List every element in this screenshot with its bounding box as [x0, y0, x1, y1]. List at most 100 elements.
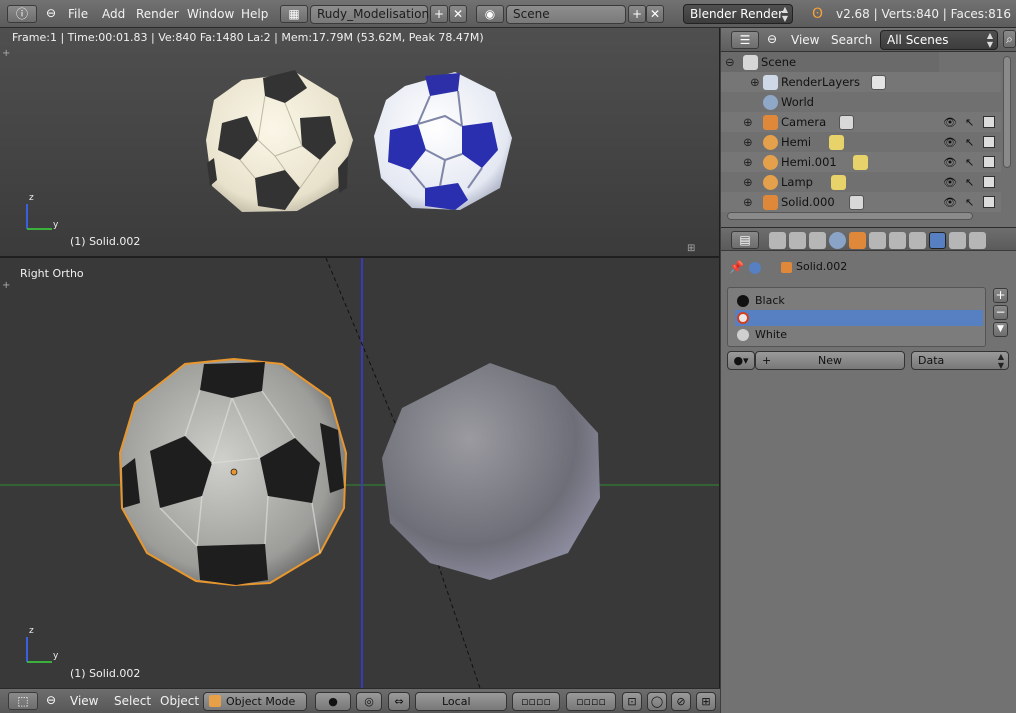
material-slot-row[interactable]: White [735, 327, 983, 343]
material-slot-row[interactable]: Black [735, 293, 983, 309]
expand-toggle-icon[interactable]: ⊕ [743, 115, 753, 129]
editor-type-3d-icon[interactable]: ⬚ [8, 692, 38, 710]
expand-toggle-icon[interactable]: ⊕ [743, 135, 753, 149]
transform-orientation-dropdown[interactable]: Local [415, 692, 507, 711]
remove-scene-icon[interactable]: ✕ [646, 5, 664, 23]
scene-selector-icon[interactable]: ◉ [476, 5, 504, 23]
layers-grid-left-icon[interactable]: ▫▫▫▫ [512, 692, 560, 711]
tab-data-icon[interactable] [909, 232, 926, 249]
visibility-eye-icon[interactable]: 👁 [943, 176, 957, 189]
remove-screen-icon[interactable]: ✕ [449, 5, 467, 23]
new-material-button[interactable]: + New [755, 351, 905, 370]
menu-add[interactable]: Add [102, 5, 125, 23]
add-scene-icon[interactable]: + [628, 5, 646, 23]
renderable-camera-icon[interactable] [983, 136, 995, 148]
slot-specials-icon[interactable]: ▼ [993, 322, 1008, 337]
visibility-eye-icon[interactable]: 👁 [943, 136, 957, 149]
layers-grid-right-icon[interactable]: ▫▫▫▫ [566, 692, 616, 711]
menu-file[interactable]: File [68, 5, 88, 23]
selectable-arrow-icon[interactable]: ↖ [965, 116, 977, 129]
outliner-item-label[interactable]: World [781, 95, 814, 109]
render-engine-dropdown[interactable]: Blender Render ▲ ▼ [683, 4, 793, 24]
outliner-item-label[interactable]: Solid.000 [781, 195, 835, 209]
area-corner-icon[interactable]: ⊞ [687, 243, 697, 254]
menu-window[interactable]: Window [187, 5, 234, 23]
renderable-camera-icon[interactable] [983, 176, 995, 188]
tab-scene-icon[interactable] [809, 232, 826, 249]
editor-type-outliner-icon[interactable]: ☰ [731, 31, 759, 49]
outliner-display-mode-dropdown[interactable]: All Scenes ▲ ▼ [880, 30, 998, 50]
menu-render[interactable]: Render [136, 5, 179, 23]
collapse-menu-icon[interactable]: ⊖ [44, 5, 58, 23]
outliner-item-label[interactable]: Hemi [781, 135, 811, 149]
outliner-tree[interactable]: ⊖ Scene ⊕ RenderLayers World ⊕ Camera 👁 … [721, 52, 1016, 234]
viewport-right-ortho[interactable]: Right Ortho + z y (1) Solid.002 [0, 258, 720, 688]
list-item[interactable]: ⊕ Camera 👁 ↖ [721, 112, 1001, 132]
list-item[interactable]: ⊖ Scene [721, 52, 939, 72]
list-item[interactable]: ⊕ Hemi.001 👁 ↖ [721, 152, 1001, 172]
screen-layout-icon[interactable]: ▦ [280, 5, 308, 23]
list-item[interactable]: ⊕ RenderLayers [721, 72, 1001, 92]
menu-select[interactable]: Select [114, 692, 151, 710]
collapse-toggle-icon[interactable]: ⊖ [725, 55, 735, 69]
list-item[interactable]: ⊕ Hemi 👁 ↖ [721, 132, 1001, 152]
menu-view[interactable]: View [791, 31, 819, 49]
tab-material-icon[interactable] [929, 232, 946, 249]
selectable-arrow-icon[interactable]: ↖ [965, 196, 977, 209]
viewport-shading-dropdown[interactable]: ● [315, 692, 351, 711]
tab-physics-icon[interactable] [969, 232, 986, 249]
visibility-eye-icon[interactable]: 👁 [943, 156, 957, 169]
menu-search[interactable]: Search [831, 31, 872, 49]
collapse-menu-icon[interactable]: ⊖ [765, 31, 779, 49]
renderable-camera-icon[interactable] [983, 156, 995, 168]
selectable-arrow-icon[interactable]: ↖ [965, 156, 977, 169]
outliner-item-label[interactable]: Scene [761, 55, 796, 69]
selected-soccer-ball[interactable] [118, 357, 348, 587]
tab-render-layers-icon[interactable] [789, 232, 806, 249]
selectable-arrow-icon[interactable]: ↖ [965, 136, 977, 149]
snap-toggle-icon[interactable]: ⊘ [671, 692, 691, 711]
menu-object[interactable]: Object [160, 692, 199, 710]
outliner-item-label[interactable]: Lamp [781, 175, 813, 189]
expand-toggle-icon[interactable]: ⊕ [750, 75, 760, 89]
browse-material-icon[interactable]: ●▾ [727, 351, 755, 370]
scene-field[interactable]: Scene [506, 5, 626, 24]
material-slot-row-active[interactable] [735, 310, 983, 326]
tab-object-icon[interactable] [849, 232, 866, 249]
screen-layout-field[interactable]: Rudy_Modelisation [310, 5, 429, 24]
proportional-edit-icon[interactable]: ◯ [647, 692, 667, 711]
tab-texture-icon[interactable] [949, 232, 966, 249]
mode-dropdown[interactable]: Object Mode [203, 692, 307, 711]
expand-toggle-icon[interactable]: ⊕ [743, 155, 753, 169]
collapse-menu-icon[interactable]: ⊖ [44, 692, 58, 710]
outliner-vertical-scrollbar[interactable] [1003, 56, 1011, 168]
visibility-eye-icon[interactable]: 👁 [943, 196, 957, 209]
material-slot-list[interactable]: Black White [727, 287, 986, 347]
menu-help[interactable]: Help [241, 5, 268, 23]
outliner-horizontal-scrollbar[interactable] [727, 212, 973, 220]
tab-constraints-icon[interactable] [869, 232, 886, 249]
add-screen-icon[interactable]: + [430, 5, 448, 23]
visibility-eye-icon[interactable]: 👁 [943, 116, 957, 129]
tab-render-icon[interactable] [769, 232, 786, 249]
pin-icon[interactable]: 📌 [729, 260, 744, 274]
outliner-item-label[interactable]: Camera [781, 115, 826, 129]
unshaded-ball-mesh[interactable] [382, 363, 600, 580]
tab-modifiers-icon[interactable] [889, 232, 906, 249]
menu-view[interactable]: View [70, 692, 98, 710]
outliner-item-label[interactable]: Hemi.001 [781, 155, 837, 169]
expand-toggle-icon[interactable]: ⊕ [743, 195, 753, 209]
expand-toggle-icon[interactable]: ⊕ [743, 175, 753, 189]
editor-type-info-icon[interactable]: ⓘ [7, 5, 37, 23]
lock-layers-icon[interactable]: ⊡ [622, 692, 642, 711]
viewport-camera[interactable]: Frame:1 | Time:00:01.83 | Ve:840 Fa:1480… [0, 28, 720, 256]
tab-world-icon[interactable] [829, 232, 846, 249]
pivot-point-dropdown[interactable]: ◎ [356, 692, 382, 711]
outliner-item-label[interactable]: RenderLayers [781, 75, 860, 89]
editor-type-properties-icon[interactable]: ▤ [731, 231, 759, 249]
manipulator-toggle-icon[interactable]: ⇔ [388, 692, 410, 711]
list-item[interactable]: World [721, 92, 1001, 112]
remove-slot-icon[interactable]: − [993, 305, 1008, 320]
add-slot-icon[interactable]: + [993, 288, 1008, 303]
renderable-camera-icon[interactable] [983, 196, 995, 208]
